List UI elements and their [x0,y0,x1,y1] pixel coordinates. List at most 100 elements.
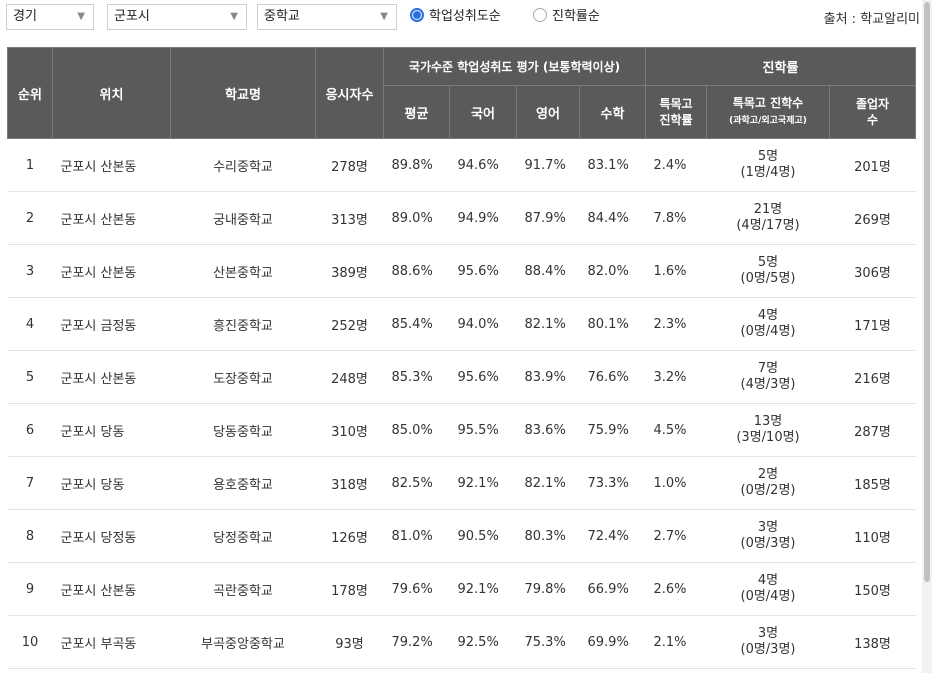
special-count-detail: (0명/3명) [740,642,796,657]
location-cell: 군포시 산본동 [52,350,171,404]
examinees-cell: 389명 [315,244,384,298]
graduates-cell: 138명 [829,615,916,669]
header-average: 평균 [383,85,450,139]
chevron-down-icon: ▼ [77,11,85,22]
math-cell: 72.4% [579,509,646,563]
chevron-down-icon: ▼ [380,11,388,22]
english-cell: 79.8% [516,562,580,616]
table-body: 1 군포시 산본동 수리중학교 278명 89.8% 94.6% 91.7% 83.1% 2.4… [7,138,916,669]
math-cell: 75.9% [579,403,646,457]
math-cell: 82.0% [579,244,646,298]
header-graduates-line1: 졸업자 [855,97,890,111]
table-row: 3 군포시 산본동 산본중학교 389명 88.6% 95.6% 88.4% 82.0% 1.6… [7,244,916,298]
examinees-cell: 313명 [315,191,384,245]
school-level-select[interactable]: 중학교 ▼ [257,4,397,30]
special-rate-cell: 7.8% [645,191,707,245]
rank-cell: 9 [7,562,53,616]
english-cell: 87.9% [516,191,580,245]
rank-cell: 1 [7,138,53,192]
filter-bar: 경기 ▼ 군포시 ▼ 중학교 ▼ 학업성취도순 진학률순 출처 : 학교알리미 [0,0,932,36]
special-count-cell: 2명 (0명/2명) [706,456,830,510]
special-count-detail: (1명/4명) [740,165,796,180]
school-name-cell: 산본중학교 [170,244,316,298]
header-special-count-line1: 특목고 진학수 [732,96,804,110]
sort-achievement-radio[interactable]: 학업성취도순 [410,7,501,27]
korean-cell: 94.9% [449,191,517,245]
special-count-value: 4명 [757,573,779,588]
special-count-cell: 5명 (1명/4명) [706,138,830,192]
province-select[interactable]: 경기 ▼ [6,4,94,30]
rank-cell: 4 [7,297,53,351]
special-rate-cell: 3.2% [645,350,707,404]
graduates-cell: 171명 [829,297,916,351]
scrollbar[interactable] [922,0,932,673]
special-count-cell: 4명 (0명/4명) [706,297,830,351]
graduates-cell: 306명 [829,244,916,298]
school-name-cell: 부곡중앙중학교 [170,615,316,669]
school-name-cell: 도장중학교 [170,350,316,404]
header-school: 학교명 [170,47,316,139]
header-graduates: 졸업자 수 [829,85,916,139]
graduates-cell: 269명 [829,191,916,245]
average-cell: 82.5% [383,456,450,510]
school-name-cell: 당동중학교 [170,403,316,457]
header-english: 영어 [516,85,580,139]
special-count-value: 3명 [757,520,779,535]
table-row: 7 군포시 당동 용호중학교 318명 82.5% 92.1% 82.1% 73.3% 1.0%… [7,456,916,510]
examinees-cell: 252명 [315,297,384,351]
math-cell: 73.3% [579,456,646,510]
school-ranking-table: 순위 위치 학교명 응시자수 국가수준 학업성취도 평가 (보통학력이상) 진학… [7,47,916,669]
average-cell: 79.6% [383,562,450,616]
korean-cell: 94.6% [449,138,517,192]
table-row: 4 군포시 금정동 흥진중학교 252명 85.4% 94.0% 82.1% 80.1% 2.3… [7,297,916,351]
table-row: 8 군포시 당정동 당정중학교 126명 81.0% 90.5% 80.3% 72.4% 2.7… [7,509,916,563]
korean-cell: 95.6% [449,350,517,404]
english-cell: 88.4% [516,244,580,298]
location-cell: 군포시 산본동 [52,138,171,192]
province-value: 경기 [13,9,37,24]
special-count-value: 5명 [757,149,779,164]
english-cell: 82.1% [516,456,580,510]
city-value: 군포시 [114,9,150,24]
math-cell: 69.9% [579,615,646,669]
english-cell: 83.6% [516,403,580,457]
examinees-cell: 93명 [315,615,384,669]
school-name-cell: 궁내중학교 [170,191,316,245]
table-row: 6 군포시 당동 당동중학교 310명 85.0% 95.5% 83.6% 75.9% 4.5%… [7,403,916,457]
examinees-cell: 318명 [315,456,384,510]
special-count-detail: (0명/2명) [740,483,796,498]
special-count-value: 4명 [757,308,779,323]
special-count-cell: 7명 (4명/3명) [706,350,830,404]
rank-cell: 7 [7,456,53,510]
city-select[interactable]: 군포시 ▼ [107,4,247,30]
english-cell: 82.1% [516,297,580,351]
sort-advancement-radio[interactable]: 진학률순 [533,7,600,27]
korean-cell: 92.1% [449,456,517,510]
scrollbar-thumb[interactable] [924,2,930,582]
header-location: 위치 [52,47,171,139]
special-count-detail: (0명/3명) [740,536,796,551]
special-count-detail: (0명/5명) [740,271,796,286]
chevron-down-icon: ▼ [230,11,238,22]
examinees-cell: 126명 [315,509,384,563]
header-special-count: 특목고 진학수 (과학고/외고국제고) [706,85,830,139]
graduates-cell: 216명 [829,350,916,404]
header-advancement-group: 진학률 [645,47,916,86]
special-count-value: 5명 [757,255,779,270]
examinees-cell: 248명 [315,350,384,404]
korean-cell: 92.1% [449,562,517,616]
special-rate-cell: 4.5% [645,403,707,457]
rank-cell: 5 [7,350,53,404]
special-count-value: 13명 [753,414,783,429]
special-rate-cell: 1.0% [645,456,707,510]
sort-achievement-label: 학업성취도순 [429,9,501,24]
special-count-value: 3명 [757,626,779,641]
examinees-cell: 278명 [315,138,384,192]
radio-checked-icon [410,8,424,22]
graduates-cell: 150명 [829,562,916,616]
english-cell: 75.3% [516,615,580,669]
special-rate-cell: 1.6% [645,244,707,298]
average-cell: 85.0% [383,403,450,457]
table-row: 5 군포시 산본동 도장중학교 248명 85.3% 95.6% 83.9% 76.6% 3.2… [7,350,916,404]
location-cell: 군포시 부곡동 [52,615,171,669]
